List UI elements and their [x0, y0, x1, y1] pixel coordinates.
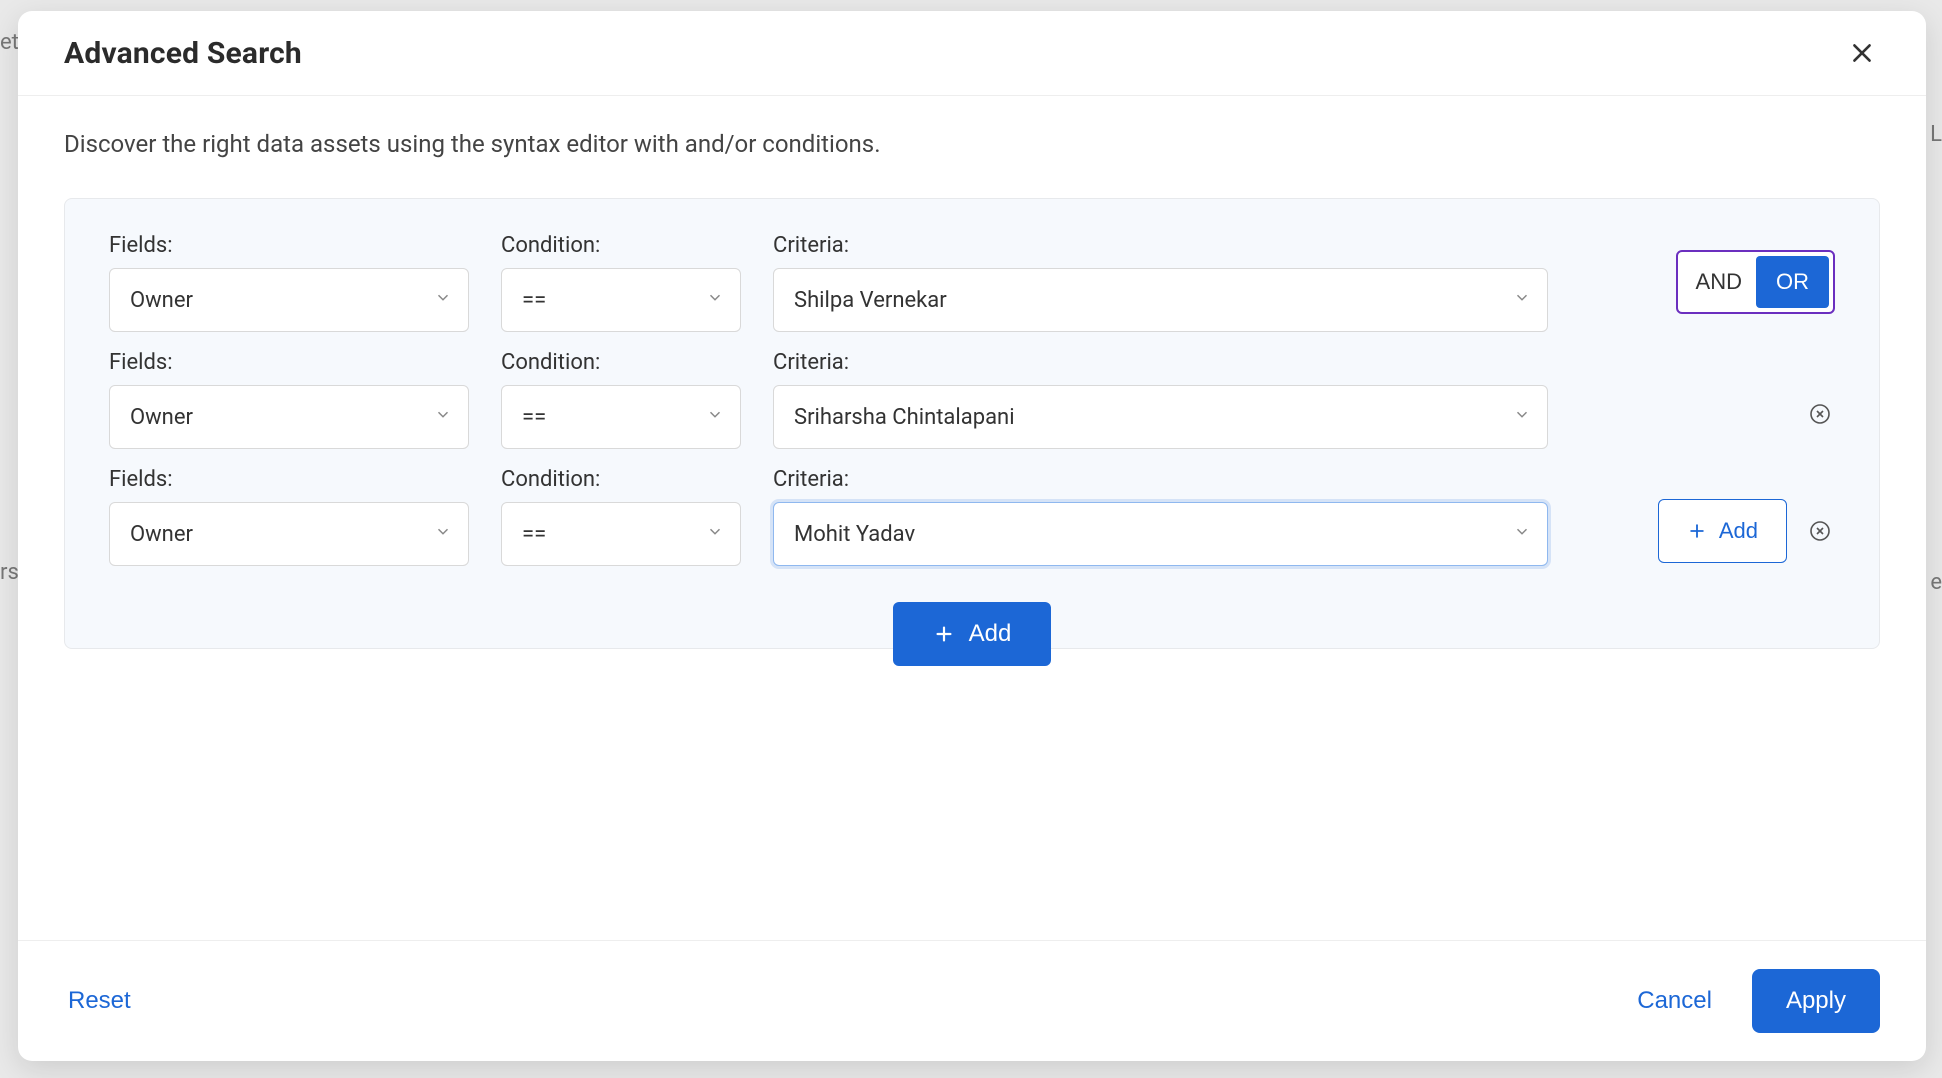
criteria-select-value: Mohit Yadav — [794, 522, 915, 547]
criteria-label: Criteria: — [773, 350, 1548, 375]
remove-row-button[interactable] — [1805, 399, 1835, 429]
criteria-select[interactable]: Mohit Yadav — [773, 502, 1548, 566]
background-text: rs — [0, 560, 19, 585]
chevron-down-icon — [434, 288, 452, 313]
fields-label: Fields: — [109, 350, 469, 375]
chevron-down-icon — [1513, 288, 1531, 313]
chevron-down-icon — [1513, 405, 1531, 430]
chevron-down-icon — [434, 522, 452, 547]
rule-row: Fields: Owner Condition: == Criteria: — [109, 350, 1835, 449]
criteria-select[interactable]: Shilpa Vernekar — [773, 268, 1548, 332]
fields-select-value: Owner — [130, 522, 193, 547]
rules-container: Fields: Owner Condition: == Criteria: — [64, 198, 1880, 649]
add-condition-label: Add — [1719, 518, 1758, 544]
condition-label: Condition: — [501, 467, 741, 492]
circle-x-icon — [1808, 402, 1832, 426]
plus-icon — [933, 623, 955, 645]
cancel-button[interactable]: Cancel — [1633, 979, 1716, 1023]
fields-select-value: Owner — [130, 288, 193, 313]
modal-body: Discover the right data assets using the… — [18, 96, 1926, 940]
criteria-label: Criteria: — [773, 467, 1548, 492]
condition-select[interactable]: == — [501, 502, 741, 566]
background-text: et — [0, 30, 19, 55]
criteria-select-value: Shilpa Vernekar — [794, 288, 947, 313]
chevron-down-icon — [434, 405, 452, 430]
fields-label: Fields: — [109, 233, 469, 258]
criteria-select-value: Sriharsha Chintalapani — [794, 405, 1015, 430]
logic-or-button[interactable]: OR — [1756, 256, 1829, 308]
fields-select[interactable]: Owner — [109, 385, 469, 449]
criteria-select[interactable]: Sriharsha Chintalapani — [773, 385, 1548, 449]
condition-select-value: == — [522, 405, 546, 430]
fields-select-value: Owner — [130, 405, 193, 430]
background-text: e — [1930, 570, 1942, 595]
add-condition-button[interactable]: Add — [1658, 499, 1787, 563]
plus-icon — [1687, 521, 1707, 541]
condition-select-value: == — [522, 522, 546, 547]
add-group-label: Add — [969, 620, 1012, 648]
circle-x-icon — [1808, 519, 1832, 543]
chevron-down-icon — [706, 522, 724, 547]
modal-footer: Reset Cancel Apply — [18, 940, 1926, 1061]
logic-toggle: AND OR — [1676, 250, 1835, 314]
rule-row: Fields: Owner Condition: == Criteria: — [109, 467, 1835, 566]
modal-subtitle: Discover the right data assets using the… — [64, 130, 1880, 158]
close-button[interactable] — [1844, 35, 1880, 71]
remove-row-button[interactable] — [1805, 516, 1835, 546]
fields-select[interactable]: Owner — [109, 268, 469, 332]
rule-row: Fields: Owner Condition: == Criteria: — [109, 233, 1835, 332]
modal-title: Advanced Search — [64, 36, 302, 71]
apply-button[interactable]: Apply — [1752, 969, 1880, 1033]
reset-button[interactable]: Reset — [64, 979, 135, 1023]
chevron-down-icon — [706, 405, 724, 430]
condition-label: Condition: — [501, 350, 741, 375]
add-group-button[interactable]: Add — [893, 602, 1052, 666]
criteria-label: Criteria: — [773, 233, 1548, 258]
fields-select[interactable]: Owner — [109, 502, 469, 566]
fields-label: Fields: — [109, 467, 469, 492]
chevron-down-icon — [706, 288, 724, 313]
condition-label: Condition: — [501, 233, 741, 258]
close-icon — [1849, 40, 1875, 66]
logic-and-button[interactable]: AND — [1682, 256, 1752, 308]
advanced-search-modal: Advanced Search Discover the right data … — [18, 11, 1926, 1061]
chevron-down-icon — [1513, 522, 1531, 547]
background-text: L — [1930, 122, 1942, 147]
modal-header: Advanced Search — [18, 11, 1926, 96]
condition-select-value: == — [522, 288, 546, 313]
condition-select[interactable]: == — [501, 268, 741, 332]
condition-select[interactable]: == — [501, 385, 741, 449]
